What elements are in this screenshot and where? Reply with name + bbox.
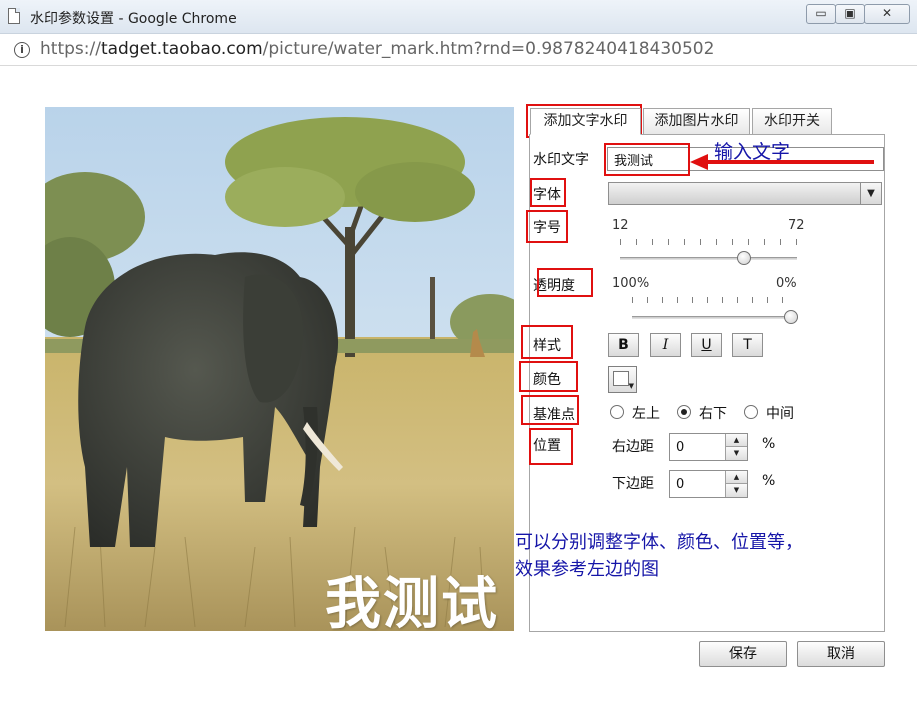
right-margin-increase-button[interactable]: ▲ (726, 434, 747, 447)
anchor-option-bottom-right: 右下 (699, 406, 727, 422)
color-label-highlight-box (519, 361, 578, 392)
title-bar: 水印参数设置 - Google Chrome ▭ ▣ ✕ (0, 0, 917, 34)
browser-window: 水印参数设置 - Google Chrome ▭ ▣ ✕ i https://t… (0, 0, 917, 701)
right-margin-unit: % (762, 436, 776, 452)
size-slider-thumb[interactable] (736, 251, 751, 265)
tab-watermark-switch[interactable]: 水印开关 (752, 108, 832, 135)
size-min-label: 12 (612, 218, 629, 233)
url-text[interactable]: https://tadget.taobao.com/picture/water_… (40, 39, 714, 59)
clear-format-button[interactable]: T (732, 333, 763, 357)
text-input-highlight-box (604, 143, 690, 176)
maximize-icon: ▣ (844, 6, 856, 20)
save-button[interactable]: 保存 (699, 641, 787, 667)
italic-button[interactable]: I (650, 333, 681, 357)
size-label-highlight-box (526, 210, 568, 243)
anchor-option-top-left: 左上 (632, 406, 660, 422)
position-label-highlight-box (529, 428, 573, 465)
anchor-radio-bottom-right[interactable] (677, 405, 691, 419)
opacity-min-label: 100% (612, 276, 650, 291)
bottom-margin-increase-button[interactable]: ▲ (726, 471, 747, 484)
address-bar: i https://tadget.taobao.com/picture/wate… (0, 34, 917, 66)
elephant-photo (45, 107, 514, 631)
close-button[interactable]: ✕ (864, 4, 910, 24)
tab-add-text-watermark[interactable]: 添加文字水印 (530, 108, 641, 135)
document-icon (8, 8, 20, 24)
underline-button[interactable]: U (691, 333, 722, 357)
right-margin-value: 0 (676, 440, 685, 455)
opacity-slider-ticks (632, 297, 783, 303)
annotation-input-hint: 输入文字 (714, 141, 791, 163)
bold-button[interactable]: B (608, 333, 639, 357)
size-slider-ticks (620, 239, 797, 245)
style-label-highlight-box (521, 325, 573, 359)
font-select[interactable]: ▼ (608, 182, 882, 205)
right-margin-label: 右边距 (612, 439, 654, 455)
anchor-radio-top-left[interactable] (610, 405, 624, 419)
bottom-margin-value: 0 (676, 477, 685, 492)
close-icon: ✕ (881, 6, 893, 20)
annotation-help-line1: 可以分别调整字体、颜色、位置等， (515, 532, 803, 553)
minimize-icon: ▭ (815, 6, 827, 20)
size-max-label: 72 (788, 218, 805, 233)
url-scheme: https:// (40, 39, 101, 59)
watermark-overlay-text: 我测试 (325, 571, 499, 631)
opacity-slider-track[interactable] (632, 316, 791, 319)
maximize-button[interactable]: ▣ (835, 4, 865, 24)
anchor-label-highlight-box (521, 395, 579, 425)
cancel-button[interactable]: 取消 (797, 641, 885, 667)
caret-down-icon: ▼ (628, 382, 634, 390)
tab-add-image-watermark[interactable]: 添加图片水印 (643, 108, 750, 135)
url-path: /picture/water_mark.htm?rnd=0.9878240418… (262, 39, 715, 59)
window-title: 水印参数设置 - Google Chrome (30, 11, 237, 27)
anchor-radio-center[interactable] (744, 405, 758, 419)
watermark-text-label: 水印文字 (533, 152, 589, 168)
watermark-preview-image: 我测试 (45, 107, 514, 631)
bottom-margin-stepper[interactable]: 0 ▲ ▼ (669, 470, 748, 498)
minimize-button[interactable]: ▭ (806, 4, 836, 24)
right-margin-stepper[interactable]: 0 ▲ ▼ (669, 433, 748, 461)
size-slider-track[interactable] (620, 257, 797, 260)
opacity-slider-thumb[interactable] (784, 310, 798, 324)
bottom-margin-unit: % (762, 473, 776, 489)
opacity-label-highlight-box (537, 268, 593, 297)
url-host: tadget.taobao.com (100, 39, 263, 59)
font-label-highlight-box (530, 178, 566, 207)
anchor-option-center: 中间 (766, 406, 794, 422)
bottom-margin-label: 下边距 (612, 476, 654, 492)
color-swatch (613, 371, 629, 386)
opacity-max-label: 0% (776, 276, 797, 291)
color-picker-button[interactable]: ▼ (608, 366, 637, 393)
annotation-help-line2: 效果参考左边的图 (515, 559, 659, 580)
right-margin-decrease-button[interactable]: ▼ (726, 447, 747, 460)
info-icon[interactable]: i (14, 42, 30, 58)
bottom-margin-decrease-button[interactable]: ▼ (726, 484, 747, 497)
chevron-down-icon[interactable]: ▼ (860, 183, 881, 204)
